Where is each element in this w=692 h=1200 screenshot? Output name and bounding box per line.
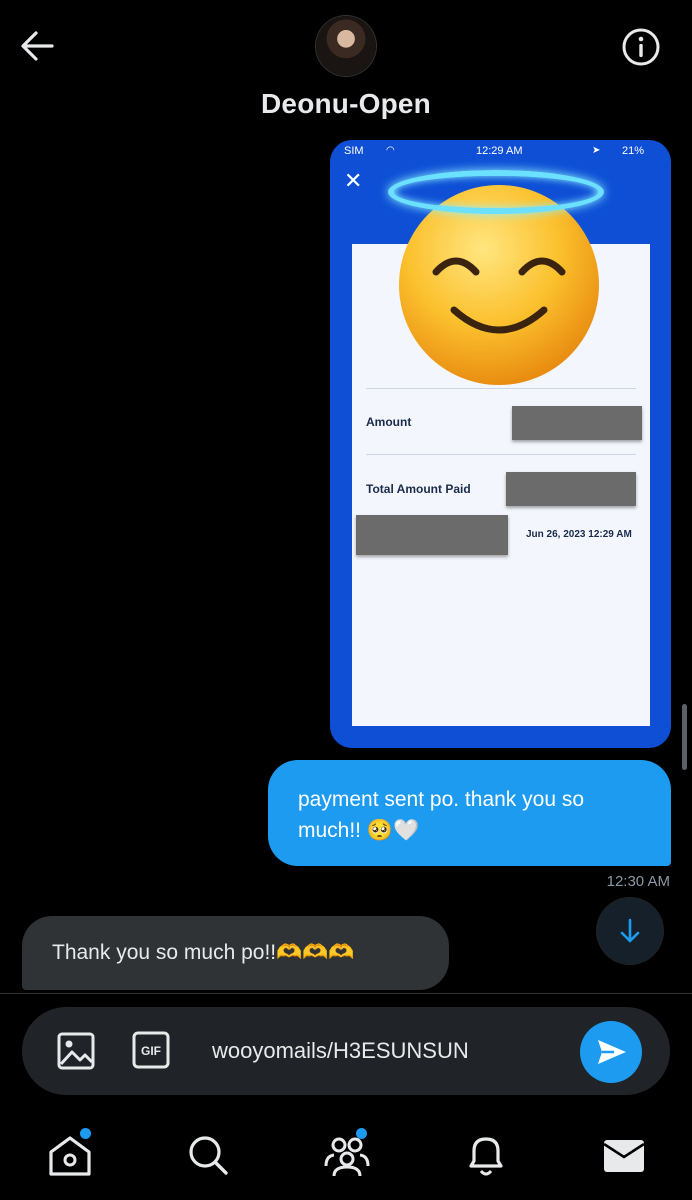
bell-icon	[469, 1137, 503, 1176]
received-message-text: Thank you so much po!!🫶🫶🫶	[52, 941, 355, 964]
back-button[interactable]	[18, 28, 58, 64]
message-input[interactable]	[212, 1031, 572, 1071]
tab-notifications[interactable]	[461, 1130, 511, 1180]
arrow-left-icon	[21, 31, 54, 61]
avatar[interactable]	[316, 16, 376, 76]
conversation-info-button[interactable]	[620, 26, 662, 68]
sent-message-bubble[interactable]: payment sent po. thank you so much!! 🥺🤍	[268, 760, 671, 866]
amount-label: Amount	[366, 415, 412, 429]
info-circle-icon	[622, 28, 660, 66]
battery-level: 21%	[622, 145, 645, 157]
carrier-label: SIM	[344, 145, 364, 157]
send-button[interactable]	[580, 1021, 642, 1083]
tab-communities[interactable]	[322, 1128, 372, 1180]
search-icon	[189, 1136, 228, 1175]
receipt-zigzag-edge	[352, 714, 650, 724]
redacted-amount	[512, 406, 642, 440]
image-icon	[57, 1032, 95, 1070]
contact-name[interactable]: Deonu-Open	[0, 88, 692, 120]
total-amount-label: Total Amount Paid	[366, 482, 471, 496]
redacted-total	[506, 472, 636, 506]
phone-status-bar: SIM ◠ 12:29 AM ➤ 21%	[330, 140, 671, 162]
gif-button[interactable]: GIF	[132, 1031, 170, 1069]
notification-dot	[356, 1128, 367, 1139]
halo-ring	[388, 170, 604, 214]
message-timestamp: 12:30 AM	[606, 873, 670, 890]
tab-home[interactable]	[45, 1128, 95, 1180]
message-composer: GIF	[22, 1007, 670, 1095]
add-media-button[interactable]	[56, 1031, 96, 1071]
notification-dot	[80, 1128, 91, 1139]
status-time: 12:29 AM	[476, 145, 523, 157]
gif-icon: GIF	[132, 1031, 170, 1069]
gif-label: GIF	[141, 1044, 161, 1058]
tab-messages[interactable]	[599, 1130, 649, 1180]
composer-divider	[0, 993, 692, 994]
redacted-reference	[356, 515, 508, 555]
tab-search[interactable]	[183, 1130, 233, 1180]
arrow-down-icon	[620, 918, 640, 943]
send-icon	[598, 1040, 626, 1064]
image-message[interactable]: SIM ◠ 12:29 AM ➤ 21% ✕ Amount Total Amou…	[330, 140, 671, 748]
scroll-to-bottom-button[interactable]	[597, 898, 663, 964]
close-icon: ✕	[344, 168, 363, 193]
receipt-date: Jun 26, 2023 12:29 AM	[526, 529, 632, 540]
receipt-divider	[366, 454, 636, 455]
scrollbar[interactable]	[682, 704, 687, 770]
sent-message-text: payment sent po. thank you so much!! 🥺🤍	[298, 788, 585, 842]
wifi-icon: ◠	[386, 145, 395, 156]
location-icon: ➤	[592, 145, 601, 156]
received-message-bubble[interactable]: Thank you so much po!!🫶🫶🫶	[22, 916, 449, 990]
envelope-icon	[603, 1140, 645, 1172]
receipt-divider	[366, 388, 636, 389]
